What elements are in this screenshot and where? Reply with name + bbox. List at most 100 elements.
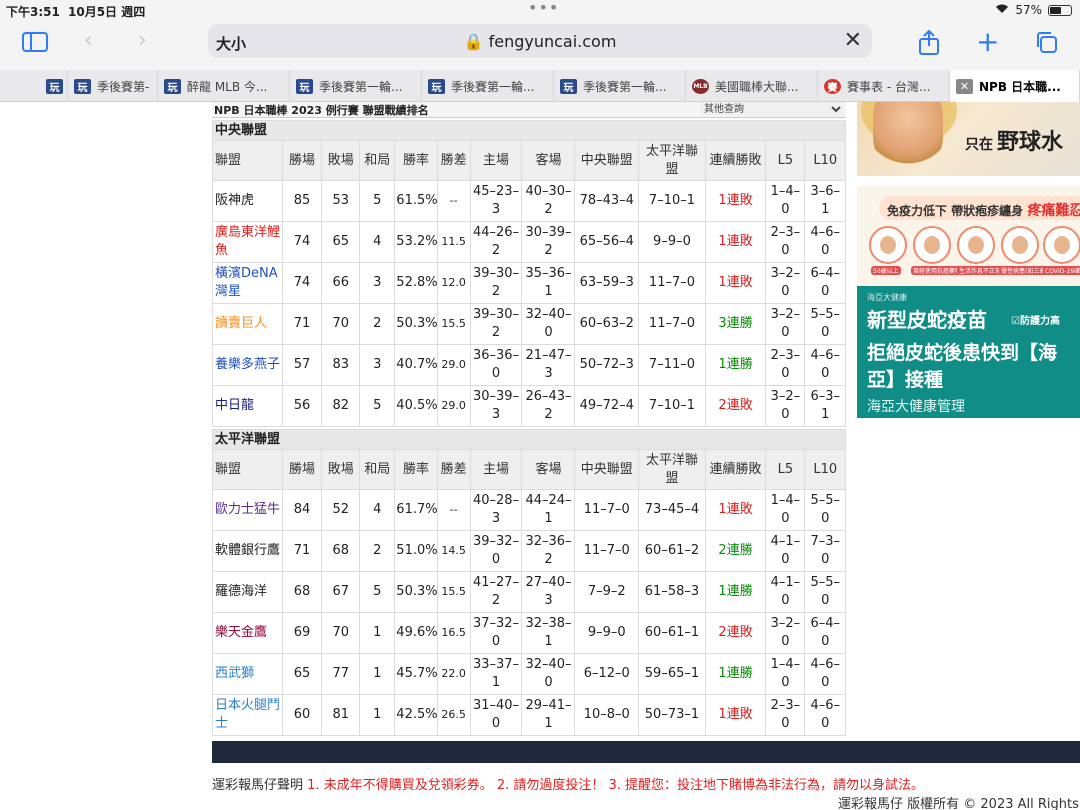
team-name-link[interactable]: 中日龍 xyxy=(212,385,283,427)
team-row: 橫濱DeNA灣星 74 66 3 52.8% 12.0 39–30–2 35–36–1 63–5… xyxy=(212,262,846,304)
ad-model-image xyxy=(873,102,943,172)
close-tab-icon[interactable]: ✕ xyxy=(956,78,973,94)
cell-streak: 2連敗 xyxy=(704,612,767,654)
ad2-brand: 海亞大健康 xyxy=(867,293,907,302)
cell-home: 36–36–0 xyxy=(469,344,523,386)
cell-pl: 73–45–4 xyxy=(638,489,706,531)
team-name-link[interactable]: 樂天金鷹 xyxy=(212,612,283,654)
cell-away: 32–40–0 xyxy=(521,303,576,345)
ad2-risk-circles: 50歲以上 曾經使用抗癌藥物者 生活作息不正常 慢性病患(如三高) COVID-… xyxy=(863,226,1080,276)
team-row: 廣島東洋鯉魚 74 65 4 53.2% 11.5 44–26–2 30–39–2 65–56–… xyxy=(212,221,846,263)
ad2-person-icon xyxy=(1001,226,1039,264)
cell-pct: 49.6% xyxy=(394,612,438,654)
column-header: 聯盟 xyxy=(212,449,283,490)
tab-9-active[interactable]: ✕ NPB 日本職... xyxy=(950,70,1080,102)
tab-8[interactable]: 賽賽事表 - 台灣... xyxy=(818,70,950,102)
ad-banner-baseball[interactable]: 只在 野球水 xyxy=(857,102,1080,176)
tab-1[interactable]: 玩 xyxy=(40,70,68,102)
cell-streak: 1連敗 xyxy=(704,262,767,304)
tab-4[interactable]: 玩季後賽第一輪... xyxy=(290,70,422,102)
team-name-link[interactable]: 養樂多燕子 xyxy=(212,344,283,386)
share-icon[interactable] xyxy=(918,29,940,61)
tab-label: 季後賽第一輪... xyxy=(319,79,403,94)
cell-pl: 7–10–1 xyxy=(638,385,706,427)
pacific-league-body: 太平洋聯盟 聯盟 勝場 敗場 和局 勝率 勝差 主場 客場 中央聯盟 太平洋聯盟 連續勝敗 L5 L10 歐… xyxy=(212,429,846,736)
tabs-overview-icon[interactable] xyxy=(1034,30,1058,59)
status-time: 下午3:51 xyxy=(6,5,60,19)
team-name-link[interactable]: 橫濱DeNA灣星 xyxy=(212,262,283,304)
cell-l5: 2–3–0 xyxy=(765,221,806,263)
cell-l10: 6–3–1 xyxy=(804,385,846,427)
team-name-link[interactable]: 軟體銀行鷹 xyxy=(212,530,283,572)
cell-streak: 1連敗 xyxy=(704,489,767,531)
ad2-risk-label: 生活作息不正常 xyxy=(957,266,1004,275)
cell-pct: 61.7% xyxy=(394,489,438,531)
cell-streak: 1連敗 xyxy=(704,221,767,263)
cell-away: 32–40–0 xyxy=(521,653,576,695)
cell-l10: 6–4–0 xyxy=(804,612,846,654)
tab-favicon-icon: 玩 xyxy=(164,78,181,94)
cell-t: 3 xyxy=(359,262,396,304)
ad2-risk-label: 50歲以上 xyxy=(871,266,901,275)
tab-label: 季後賽第一輪... xyxy=(583,79,667,94)
tab-label: 季後賽第一輪... xyxy=(451,79,535,94)
team-name-link[interactable]: 廣島東洋鯉魚 xyxy=(212,221,283,263)
sidebar-toggle-icon[interactable] xyxy=(22,32,48,57)
ad1-small: 只在 xyxy=(965,137,993,153)
cell-w: 65 xyxy=(281,653,323,695)
team-name-link[interactable]: 西武獅 xyxy=(212,653,283,695)
cell-gb: 15.5 xyxy=(436,571,471,613)
ad2-pill: 免疫力低下 帶狀疱疹纏身 疼痛難忍 xyxy=(879,196,1080,220)
column-header: 勝率 xyxy=(394,449,438,490)
cell-cl: 9–9–0 xyxy=(574,612,640,654)
cell-away: 26–43–2 xyxy=(521,385,576,427)
team-name-link[interactable]: 羅德海洋 xyxy=(212,571,283,613)
column-header: 連續勝敗 xyxy=(704,449,767,490)
cell-t: 4 xyxy=(359,221,396,263)
cell-l: 66 xyxy=(321,262,361,304)
cell-pl: 60–61–1 xyxy=(638,612,706,654)
team-name-link[interactable]: 阪神虎 xyxy=(212,180,283,222)
tab-7[interactable]: MLB 美國職棒大聯... xyxy=(686,70,818,102)
column-header: 勝場 xyxy=(281,449,323,490)
cell-l: 65 xyxy=(321,221,361,263)
tab-favicon-icon: 玩 xyxy=(46,78,63,94)
address-bar[interactable]: 大小 🔒 fengyuncai.com ✕ xyxy=(208,24,872,58)
cell-l: 67 xyxy=(321,571,361,613)
cell-pct: 40.5% xyxy=(394,385,438,427)
cell-l10: 5–5–0 xyxy=(804,489,846,531)
cell-streak: 2連勝 xyxy=(704,530,767,572)
cell-pct: 50.3% xyxy=(394,571,438,613)
other-query-select[interactable]: 其他查詢 xyxy=(700,102,844,116)
tab-3[interactable]: 玩醉龍 MLB 今... xyxy=(158,70,290,102)
ad-banner-vaccine[interactable]: 免疫力低下 帶狀疱疹纏身 疼痛難忍 50歲以上 曾經使用抗癌藥物者 生活作息不正… xyxy=(857,186,1080,418)
team-name-link[interactable]: 日本火腿鬥士 xyxy=(212,694,283,736)
ad1-big: 野球水 xyxy=(997,130,1064,155)
cell-gb: 26.5 xyxy=(436,694,471,736)
new-tab-plus-icon[interactable]: + xyxy=(976,28,999,56)
cell-w: 57 xyxy=(281,344,323,386)
ad2-person-icon xyxy=(1043,226,1080,264)
tab-2[interactable]: 玩季後賽第- xyxy=(68,70,158,102)
tab-label: 季後賽第- xyxy=(97,79,150,94)
tab-6[interactable]: 玩季後賽第一輪... xyxy=(554,70,686,102)
forward-chevron-icon[interactable]: › xyxy=(138,30,147,52)
battery-icon xyxy=(1048,4,1072,16)
tab-5[interactable]: 玩季後賽第一輪... xyxy=(422,70,554,102)
back-chevron-icon[interactable]: ‹ xyxy=(84,30,93,52)
cell-pct: 52.8% xyxy=(394,262,438,304)
cell-pct: 40.7% xyxy=(394,344,438,386)
column-header: 太平洋聯盟 xyxy=(638,449,706,490)
column-header: 主場 xyxy=(469,140,523,181)
cell-l10: 3–6–1 xyxy=(804,180,846,222)
column-header: 太平洋聯盟 xyxy=(638,140,706,181)
team-name-link[interactable]: 歐力士猛牛 xyxy=(212,489,283,531)
team-name-link[interactable]: 讀賣巨人 xyxy=(212,303,283,345)
clear-url-icon[interactable]: ✕ xyxy=(844,28,862,53)
cell-l5: 1–4–0 xyxy=(765,489,806,531)
battery-level xyxy=(1050,6,1061,14)
multitask-dots-icon[interactable]: ••• xyxy=(528,0,559,17)
ad2-person-icon xyxy=(869,226,907,264)
team-row: 歐力士猛牛 84 52 4 61.7% -- 40–28–3 44–24–1 11–7–0 73–… xyxy=(212,489,846,531)
browser-toolbar: ‹ › 大小 🔒 fengyuncai.com ✕ + xyxy=(0,20,1080,70)
